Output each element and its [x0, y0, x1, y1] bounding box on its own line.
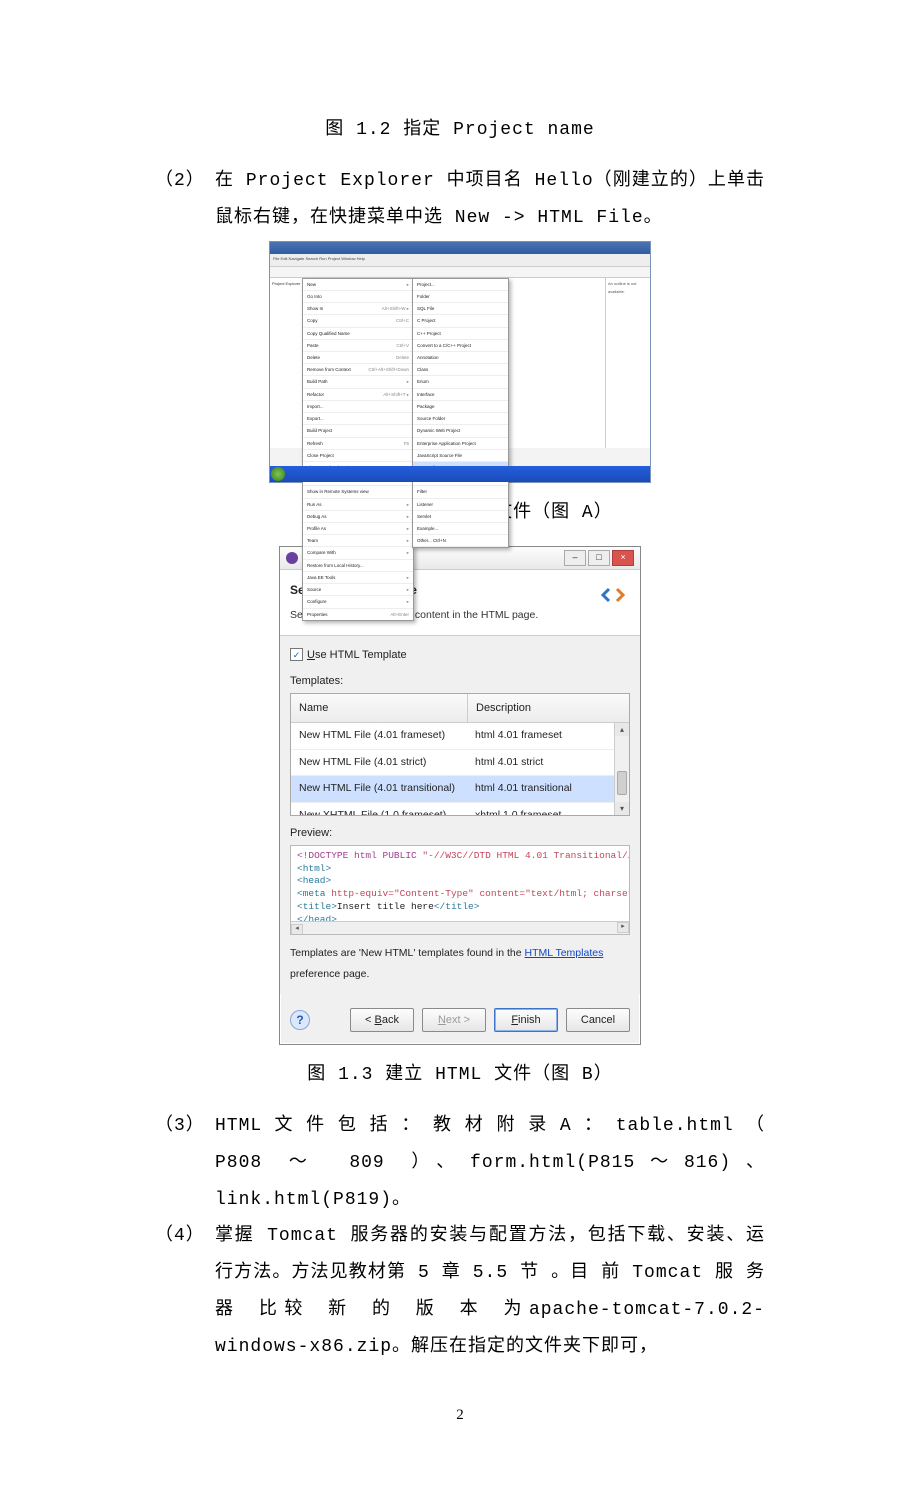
context-menu-item: Copy Qualified Name: [303, 328, 413, 340]
context-menu-item: Compare With▸: [303, 547, 413, 559]
checkbox-icon: ✓: [290, 648, 303, 661]
html-templates-link[interactable]: HTML Templates: [525, 947, 604, 959]
context-menu-item: PasteCtrl+V: [303, 340, 413, 352]
scroll-up-icon[interactable]: ▴: [615, 723, 629, 736]
outline-panel: An outline is not available.: [605, 278, 650, 448]
new-submenu: Project...FolderSQL FileC ProjectC++ Pro…: [412, 278, 509, 549]
context-menu-item: Profile As▸: [303, 523, 413, 535]
col-description[interactable]: Description: [468, 694, 539, 723]
list-item-3: （3） HTML 文 件 包 括 ： 教 材 附 录 A ： table.htm…: [155, 1108, 765, 1219]
submenu-item: Folder: [413, 291, 508, 303]
context-menu-item: Export...: [303, 413, 413, 425]
list-item-2: （2） 在 Project Explorer 中项目名 Hello（刚建立的）上…: [155, 163, 765, 237]
page-number: 2: [155, 1400, 765, 1431]
submenu-item: Source Folder: [413, 413, 508, 425]
preview-label: Preview:: [290, 822, 630, 845]
context-menu-item: Build Project: [303, 425, 413, 437]
submenu-item: Servlet: [413, 511, 508, 523]
item-text: HTML 文 件 包 括 ： 教 材 附 录 A ： table.html （ …: [215, 1108, 765, 1219]
start-orb-icon: [271, 467, 285, 481]
templates-label: Templates:: [290, 670, 630, 693]
templates-note: Templates are 'New HTML' templates found…: [290, 943, 630, 986]
html-icon: [596, 578, 630, 612]
context-menu-item: Java EE Tools▸: [303, 572, 413, 584]
eclipse-menubar: File Edit Navigate Search Run Project Wi…: [270, 254, 650, 267]
checkbox-label: UUse HTML Templatese HTML Template: [307, 644, 407, 667]
submenu-item: Other... Ctrl+N: [413, 535, 508, 547]
submenu-item: C Project: [413, 315, 508, 327]
eclipse-icon: [286, 552, 298, 564]
item-number: （3）: [155, 1108, 215, 1219]
context-menu-item: Import...: [303, 401, 413, 413]
cancel-button[interactable]: Cancel: [566, 1008, 630, 1032]
close-button[interactable]: ×: [612, 550, 634, 566]
submenu-item: Filter: [413, 486, 508, 498]
list-item-4: （4） 掌握 Tomcat 服务器的安装与配置方法，包括下载、安装、运行方法。方…: [155, 1218, 765, 1366]
submenu-item: C++ Project: [413, 328, 508, 340]
item-text: 在 Project Explorer 中项目名 Hello（刚建立的）上单击鼠标…: [215, 163, 765, 237]
context-menu-item: Close Project: [303, 450, 413, 462]
template-row[interactable]: New HTML File (4.01 strict)html 4.01 str…: [291, 750, 629, 777]
item-number: （4）: [155, 1218, 215, 1366]
context-menu-item: Build Path▸: [303, 376, 413, 388]
context-menu-item: DeleteDelete: [303, 352, 413, 364]
back-button[interactable]: < Back: [350, 1008, 414, 1032]
submenu-item: Interface: [413, 389, 508, 401]
fig-caption-1-3b: 图 1.3 建立 HTML 文件（图 B）: [155, 1055, 765, 1094]
submenu-item: Annotation: [413, 352, 508, 364]
submenu-item: SQL File: [413, 303, 508, 315]
fig-caption-1-2: 图 1.2 指定 Project name: [155, 110, 765, 149]
submenu-item: Dynamic Web Project: [413, 425, 508, 437]
screenshot-eclipse: File Edit Navigate Search Run Project Wi…: [269, 241, 651, 483]
table-scrollbar[interactable]: ▴ ▾: [614, 723, 629, 815]
context-menu-item: RefactorAlt+Shift+T ▸: [303, 389, 413, 401]
maximize-button[interactable]: □: [588, 550, 610, 566]
scroll-down-icon[interactable]: ▾: [615, 802, 629, 815]
context-menu-item: Show in Remote Systems view: [303, 486, 413, 498]
template-row[interactable]: New HTML File (4.01 frameset)html 4.01 f…: [291, 723, 629, 750]
template-row[interactable]: New XHTML File (1.0 frameset)xhtml 1.0 f…: [291, 803, 629, 815]
submenu-item: Enterprise Application Project: [413, 438, 508, 450]
submenu-item: Project...: [413, 279, 508, 291]
context-menu-item: RefreshF5: [303, 438, 413, 450]
item-text: 掌握 Tomcat 服务器的安装与配置方法，包括下载、安装、运行方法。方法见教材…: [215, 1218, 765, 1366]
submenu-item: Convert to a C/C++ Project: [413, 340, 508, 352]
scroll-thumb[interactable]: [617, 771, 627, 795]
submenu-item: Class: [413, 364, 508, 376]
item-number: （2）: [155, 163, 215, 237]
template-row[interactable]: New HTML File (4.01 transitional)html 4.…: [291, 776, 629, 803]
submenu-item: JavaScript Source File: [413, 450, 508, 462]
next-button[interactable]: Next >: [422, 1008, 486, 1032]
finish-button[interactable]: Finish: [494, 1008, 558, 1032]
context-menu-item: Team▸: [303, 535, 413, 547]
submenu-item: Enum: [413, 376, 508, 388]
submenu-item: Example...: [413, 523, 508, 535]
col-name[interactable]: Name: [291, 694, 468, 723]
minimize-button[interactable]: –: [564, 550, 586, 566]
preview-h-scrollbar[interactable]: ◂▸: [291, 921, 629, 934]
context-menu-item: Configure▸: [303, 596, 413, 608]
context-menu-item: Source▸: [303, 584, 413, 596]
context-menu-item: Debug As▸: [303, 511, 413, 523]
use-html-template-checkbox[interactable]: ✓ UUse HTML Templatese HTML Template: [290, 644, 630, 667]
context-menu-item: New▸: [303, 279, 413, 291]
context-menu-item: Run As▸: [303, 499, 413, 511]
submenu-item: Listener: [413, 499, 508, 511]
templates-table[interactable]: Name Description New HTML File (4.01 fra…: [290, 693, 630, 817]
context-menu-item: Restore from Local History...: [303, 560, 413, 572]
context-menu-item: Go Into: [303, 291, 413, 303]
preview-pane: <!DOCTYPE html PUBLIC "-//W3C//DTD HTML …: [290, 845, 630, 935]
context-menu: New▸Go IntoShow InAlt+Shift+W ▸CopyCtrl+…: [302, 278, 414, 621]
submenu-item: Package: [413, 401, 508, 413]
help-icon[interactable]: ?: [290, 1010, 310, 1030]
context-menu-item: Remove from ContextCtrl+Alt+Shift+Down: [303, 364, 413, 376]
context-menu-item: PropertiesAlt+Enter: [303, 609, 413, 620]
context-menu-item: CopyCtrl+C: [303, 315, 413, 327]
context-menu-item: Show InAlt+Shift+W ▸: [303, 303, 413, 315]
